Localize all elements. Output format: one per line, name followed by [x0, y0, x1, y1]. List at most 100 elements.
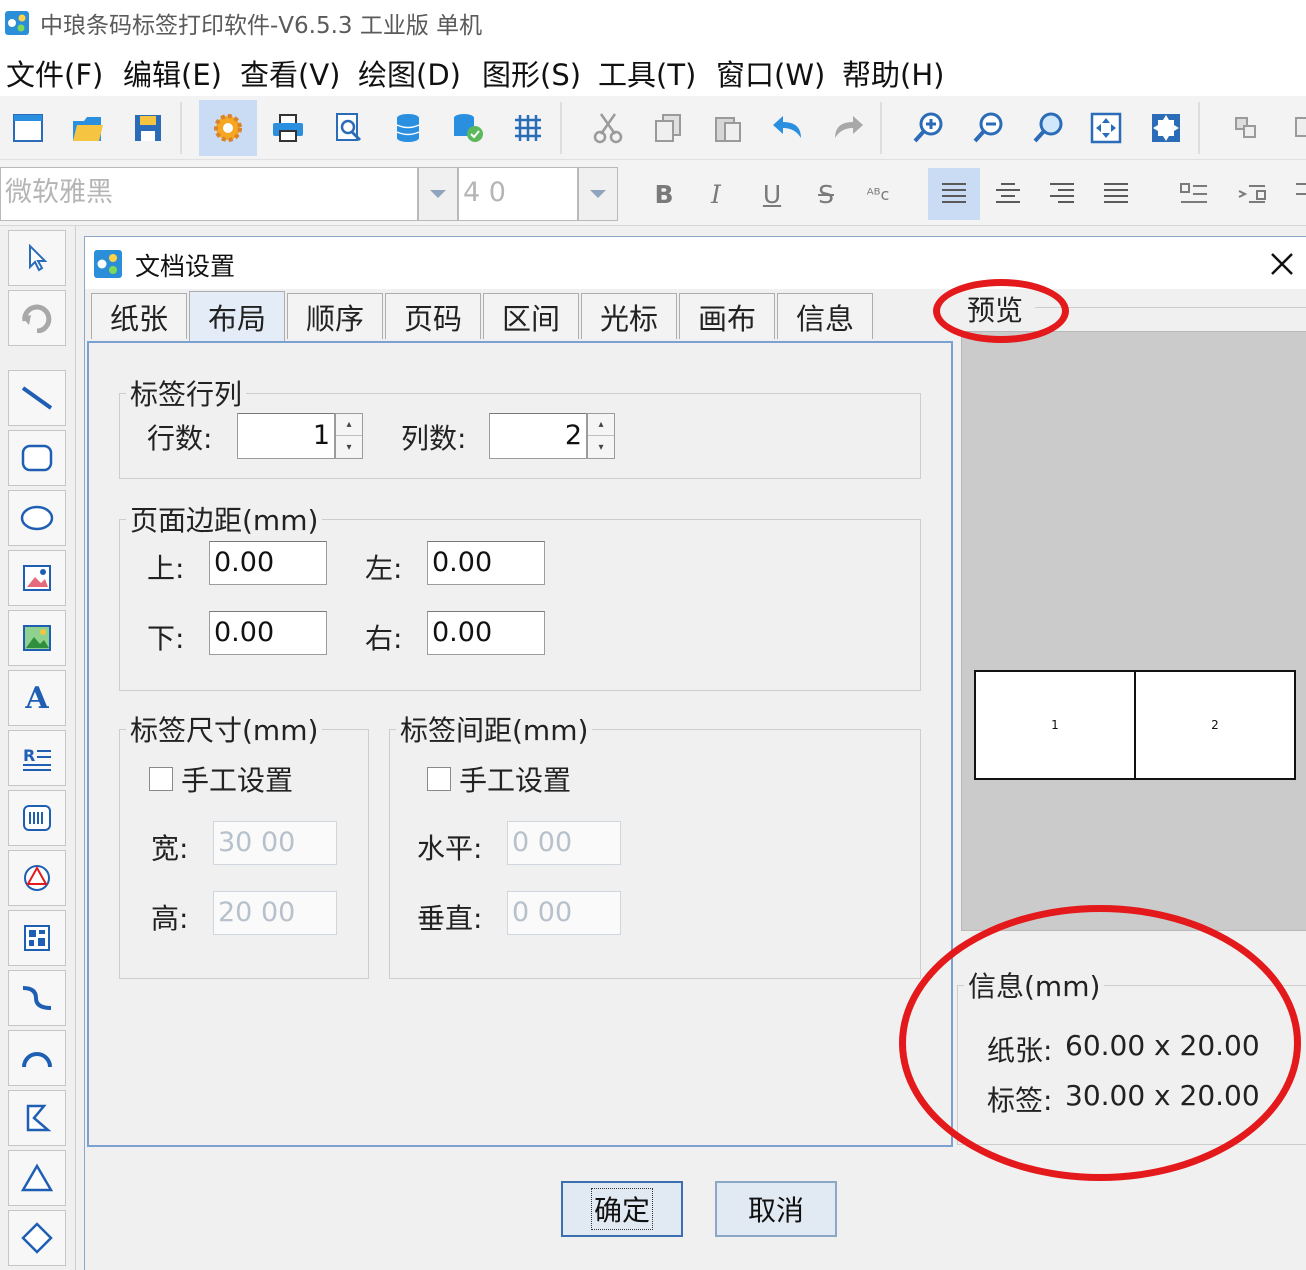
main-toolbar — [0, 96, 1306, 160]
close-icon[interactable] — [1263, 245, 1301, 283]
label-width-input[interactable]: 30 00 — [213, 821, 337, 865]
rows-stepper[interactable]: ▴ ▾ — [335, 413, 363, 459]
indent-decrease-icon[interactable] — [1170, 168, 1218, 220]
fit-window-icon[interactable] — [1078, 100, 1134, 156]
drawing-tool-palette: A R — [0, 226, 76, 1270]
columns-label: 列数: — [401, 422, 467, 455]
diamond-icon[interactable] — [8, 1210, 66, 1266]
arc-icon[interactable] — [8, 1030, 66, 1086]
label-gap-manual-checkbox[interactable] — [427, 767, 451, 791]
tab-canvas[interactable]: 画布 — [679, 293, 775, 339]
align-justify-icon[interactable] — [1092, 168, 1140, 220]
bold-button[interactable]: B — [640, 168, 688, 220]
rich-text-icon[interactable]: R — [8, 730, 66, 786]
font-name-dropdown-icon[interactable] — [418, 167, 458, 221]
font-size-select[interactable]: 4 0 — [458, 167, 578, 221]
font-name-select[interactable]: 微软雅黑 — [0, 167, 418, 221]
tab-order[interactable]: 顺序 — [287, 293, 383, 339]
qrcode-icon[interactable] — [8, 910, 66, 966]
zoom-out-icon[interactable] — [960, 100, 1016, 156]
superscript-button[interactable]: ᴬᴮc — [854, 168, 902, 220]
italic-button[interactable]: I — [692, 168, 740, 220]
menu-bar: 文件(F) 编辑(E) 查看(V) 绘图(D) 图形(S) 工具(T) 窗口(W… — [0, 44, 1306, 96]
columns-stepper[interactable]: ▴ ▾ — [587, 413, 615, 459]
cancel-button[interactable]: 取消 — [715, 1181, 837, 1237]
image-icon[interactable] — [8, 550, 66, 606]
ellipse-icon[interactable] — [8, 490, 66, 546]
pointer-icon[interactable] — [8, 230, 66, 286]
menu-help[interactable]: 帮助(H) — [842, 52, 944, 94]
new-file-icon[interactable] — [0, 100, 56, 156]
rows-label: 行数: — [147, 422, 213, 455]
label-width-label: 宽: — [151, 832, 189, 865]
tab-paper[interactable]: 纸张 — [91, 293, 187, 339]
tab-cursor[interactable]: 光标 — [581, 293, 677, 339]
curve-icon[interactable] — [8, 970, 66, 1026]
menu-window[interactable]: 窗口(W) — [716, 52, 825, 94]
paste-icon[interactable] — [700, 100, 756, 156]
print-icon[interactable] — [260, 100, 316, 156]
tab-page-number[interactable]: 页码 — [385, 293, 481, 339]
margin-top-label: 上: — [147, 552, 185, 585]
zoom-icon[interactable] — [1020, 100, 1076, 156]
settings-gear-icon[interactable] — [199, 100, 257, 156]
polygon-icon[interactable] — [8, 1090, 66, 1146]
gap-vertical-label: 垂直: — [417, 902, 483, 935]
menu-draw[interactable]: 绘图(D) — [358, 52, 461, 94]
print-preview-icon[interactable] — [321, 100, 377, 156]
menu-file[interactable]: 文件(F) — [6, 52, 103, 94]
margin-top-input[interactable]: 0.00 — [209, 541, 327, 585]
margin-left-input[interactable]: 0.00 — [427, 541, 545, 585]
menu-tools[interactable]: 工具(T) — [598, 52, 696, 94]
preview-label-2: 2 — [1134, 670, 1296, 780]
line-spacing-icon[interactable] — [1290, 168, 1306, 220]
barcode-icon[interactable] — [8, 790, 66, 846]
margin-bottom-input[interactable]: 0.00 — [209, 611, 327, 655]
rounded-rect-icon[interactable] — [8, 430, 66, 486]
underline-button[interactable]: U — [748, 168, 796, 220]
zoom-in-icon[interactable] — [900, 100, 956, 156]
undo-icon[interactable] — [760, 100, 816, 156]
align-center-icon[interactable] — [984, 168, 1032, 220]
database-icon[interactable] — [380, 100, 436, 156]
label-size-manual-checkbox[interactable] — [149, 767, 173, 791]
copy-icon[interactable] — [640, 100, 696, 156]
margin-right-input[interactable]: 0.00 — [427, 611, 545, 655]
strikethrough-button[interactable]: S — [802, 168, 850, 220]
rotate-icon[interactable] — [8, 290, 66, 346]
label-height-input[interactable]: 20 00 — [213, 891, 337, 935]
tab-info[interactable]: 信息 — [777, 293, 873, 339]
align-left-icon[interactable] — [928, 168, 980, 220]
menu-shape[interactable]: 图形(S) — [482, 52, 581, 94]
database-connect-icon[interactable] — [440, 100, 496, 156]
ungroup-icon[interactable] — [1276, 100, 1306, 156]
save-icon[interactable] — [120, 100, 176, 156]
cut-icon[interactable] — [580, 100, 636, 156]
gap-horizontal-input[interactable]: 0 00 — [507, 821, 621, 865]
menu-view[interactable]: 查看(V) — [240, 52, 340, 94]
picture-icon[interactable] — [8, 610, 66, 666]
menu-edit[interactable]: 编辑(E) — [123, 52, 222, 94]
tab-layout[interactable]: 布局 — [189, 291, 285, 341]
triangle-icon[interactable] — [8, 1150, 66, 1206]
redo-icon[interactable] — [820, 100, 876, 156]
ok-button[interactable]: 确定 — [561, 1181, 683, 1237]
columns-input[interactable]: 2 — [489, 413, 587, 459]
tab-range[interactable]: 区间 — [483, 293, 579, 339]
actual-size-icon[interactable] — [1138, 100, 1194, 156]
open-folder-icon[interactable] — [60, 100, 116, 156]
preview-label-1: 1 — [974, 670, 1136, 780]
group-icon[interactable] — [1218, 100, 1274, 156]
app-title: 中琅条码标签打印软件-V6.5.3 工业版 单机 — [40, 13, 483, 39]
margin-left-label: 左: — [365, 552, 403, 585]
align-right-icon[interactable] — [1038, 168, 1086, 220]
font-size-dropdown-icon[interactable] — [578, 167, 618, 221]
text-icon[interactable]: A — [8, 670, 66, 726]
line-icon[interactable] — [8, 370, 66, 426]
gap-horizontal-label: 水平: — [417, 832, 483, 865]
gap-vertical-input[interactable]: 0 00 — [507, 891, 621, 935]
rows-input[interactable]: 1 — [237, 413, 335, 459]
shape-icon[interactable] — [8, 850, 66, 906]
grid-icon[interactable] — [500, 100, 556, 156]
indent-increase-icon[interactable] — [1228, 168, 1276, 220]
